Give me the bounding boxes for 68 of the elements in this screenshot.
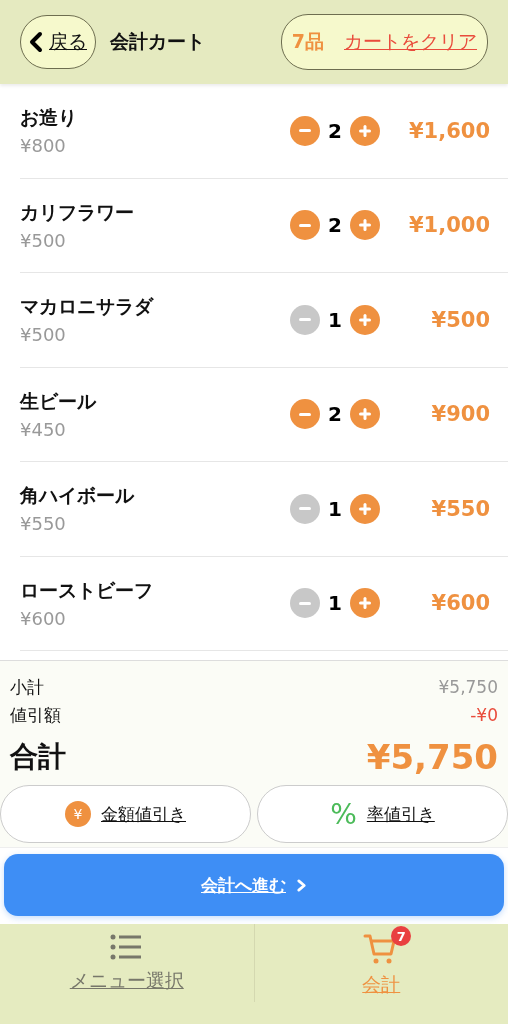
quantity: 2 — [328, 118, 342, 143]
line-total: ¥550 — [430, 496, 490, 521]
item-count: 7品 — [291, 29, 324, 54]
quantity: 1 — [328, 307, 342, 332]
discount-button[interactable]: ¥ 金額値引き — [0, 785, 251, 843]
line-total: ¥600 — [430, 591, 490, 616]
unit-price: ¥800 — [20, 135, 67, 157]
unit-price: ¥500 — [20, 229, 67, 251]
line-total: ¥900 — [430, 402, 490, 427]
quantity: 1 — [328, 591, 342, 616]
item-name: カリフラワー — [20, 199, 135, 225]
count-badge: 7 — [391, 926, 412, 946]
total-value: ¥5,750 — [366, 737, 498, 777]
minus-button[interactable] — [290, 115, 320, 146]
item-name: 角ハイボール — [20, 483, 135, 509]
quantity: 2 — [328, 213, 342, 238]
discount-value: -¥0 — [470, 705, 498, 725]
unit-price: ¥550 — [20, 513, 67, 535]
plus-icon — [359, 597, 371, 610]
plus-button[interactable] — [350, 115, 380, 146]
minus-icon — [299, 223, 311, 227]
unit-price: ¥600 — [20, 607, 67, 629]
plus-button[interactable] — [350, 304, 380, 335]
line-total: ¥1,600 — [407, 118, 490, 143]
quantity: 1 — [328, 496, 342, 521]
tab[interactable]: メニュー選択 — [0, 924, 254, 1002]
back-label: 戻る — [49, 29, 87, 54]
tab[interactable]: 7 会計 — [253, 924, 508, 1002]
quantity: 2 — [328, 402, 342, 427]
percent-icon: % — [330, 797, 357, 831]
plus-button[interactable] — [350, 588, 380, 619]
item-name: お造り — [20, 105, 78, 131]
plus-icon — [359, 124, 371, 137]
subtotal-value: ¥5,750 — [438, 677, 498, 697]
subtotal-label: 小計 — [10, 675, 44, 699]
chevron-right-icon — [296, 877, 307, 893]
back-chevron-icon — [29, 31, 43, 53]
unit-price: ¥500 — [20, 324, 67, 346]
plus-button[interactable] — [350, 210, 380, 241]
item-name: マカロニサラダ — [20, 294, 155, 320]
yen-coin-icon: ¥ — [65, 801, 91, 827]
discount-button[interactable]: % 率値引き — [257, 785, 508, 843]
plus-icon — [359, 313, 371, 326]
line-total: ¥500 — [430, 307, 490, 332]
line-total: ¥1,000 — [407, 213, 490, 238]
total-label: 合計 — [10, 739, 66, 775]
plus-icon — [359, 219, 371, 232]
item-name: 生ビール — [20, 388, 97, 414]
plus-icon — [359, 502, 371, 515]
minus-icon — [299, 129, 311, 133]
minus-icon — [299, 601, 311, 605]
minus-button[interactable] — [290, 210, 320, 241]
minus-icon — [299, 412, 311, 416]
plus-button[interactable] — [350, 399, 380, 430]
discount-label: 率値引き — [366, 802, 435, 826]
minus-button[interactable] — [290, 399, 320, 430]
plus-button[interactable] — [350, 493, 380, 524]
plus-icon — [359, 408, 371, 421]
minus-icon — [299, 318, 311, 322]
discount-label: 値引額 — [10, 703, 61, 727]
minus-icon — [299, 507, 311, 511]
page-title: 会計カート — [110, 29, 205, 54]
unit-price: ¥450 — [20, 418, 67, 440]
item-name: ローストビーフ — [20, 577, 154, 603]
clear-cart-link[interactable]: カートをクリア — [344, 29, 477, 55]
checkout-button[interactable]: 会計へ進む — [4, 854, 504, 916]
back-button[interactable]: 戻る — [20, 15, 96, 69]
discount-label: 金額値引き — [101, 802, 186, 826]
